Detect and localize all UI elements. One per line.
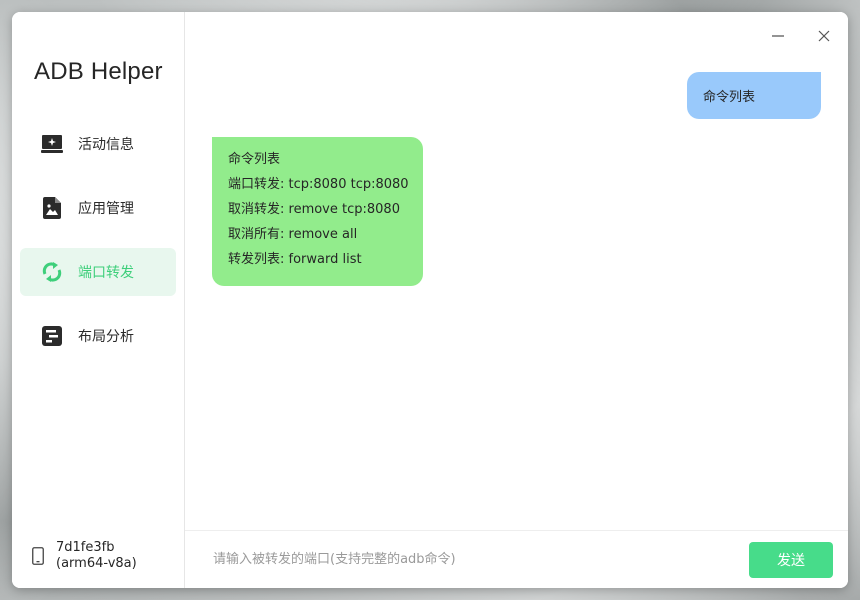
reply-line: 取消所有: remove all bbox=[228, 227, 358, 242]
send-button[interactable]: 发送 bbox=[749, 541, 833, 578]
device-abi: (arm64-v8a) bbox=[56, 556, 137, 571]
sidebar-item-label: 活动信息 bbox=[78, 137, 134, 153]
sidebar-item-app-management[interactable]: 应用管理 bbox=[20, 184, 176, 232]
sidebar-item-layout-analysis[interactable]: 布局分析 bbox=[20, 312, 176, 360]
file-image-icon bbox=[40, 196, 64, 220]
sidebar-nav: 活动信息 应用管理 端口转发 布局分析 bbox=[20, 120, 176, 376]
reply-line: 端口转发: tcp:8080 tcp:8080 bbox=[228, 177, 409, 192]
reply-message-bubble: 命令列表 端口转发: tcp:8080 tcp:8080 取消转发: remov… bbox=[212, 137, 423, 286]
main-panel: 命令列表 命令列表 端口转发: tcp:8080 tcp:8080 取消转发: … bbox=[185, 12, 848, 588]
sidebar-item-activity-info[interactable]: 活动信息 bbox=[20, 120, 176, 168]
phone-icon bbox=[32, 547, 44, 565]
command-input[interactable] bbox=[213, 544, 749, 575]
app-window: ADB Helper 活动信息 应用管理 端口转发 布局分析 7d1fe3fb … bbox=[12, 12, 848, 588]
sync-arrows-icon bbox=[40, 260, 64, 284]
reply-line: 命令列表 bbox=[228, 152, 281, 167]
sidebar-item-port-forward[interactable]: 端口转发 bbox=[20, 248, 176, 296]
chat-area: 命令列表 命令列表 端口转发: tcp:8080 tcp:8080 取消转发: … bbox=[185, 12, 848, 530]
user-message-bubble: 命令列表 bbox=[687, 72, 821, 119]
layout-bars-icon bbox=[40, 324, 64, 348]
sidebar-item-label: 应用管理 bbox=[78, 201, 134, 217]
input-bar: 发送 bbox=[185, 530, 848, 588]
reply-line: 转发列表: forward list bbox=[228, 252, 362, 267]
app-title: ADB Helper bbox=[34, 58, 163, 85]
device-serial: 7d1fe3fb bbox=[56, 540, 115, 555]
sidebar-item-label: 布局分析 bbox=[78, 329, 134, 345]
reply-line: 取消转发: remove tcp:8080 bbox=[228, 202, 400, 217]
laptop-star-icon bbox=[40, 132, 64, 156]
sidebar: ADB Helper 活动信息 应用管理 端口转发 布局分析 7d1fe3fb … bbox=[12, 12, 185, 588]
device-text: 7d1fe3fb (arm64-v8a) bbox=[56, 540, 137, 572]
sidebar-item-label: 端口转发 bbox=[78, 265, 134, 281]
device-info: 7d1fe3fb (arm64-v8a) bbox=[32, 540, 137, 572]
